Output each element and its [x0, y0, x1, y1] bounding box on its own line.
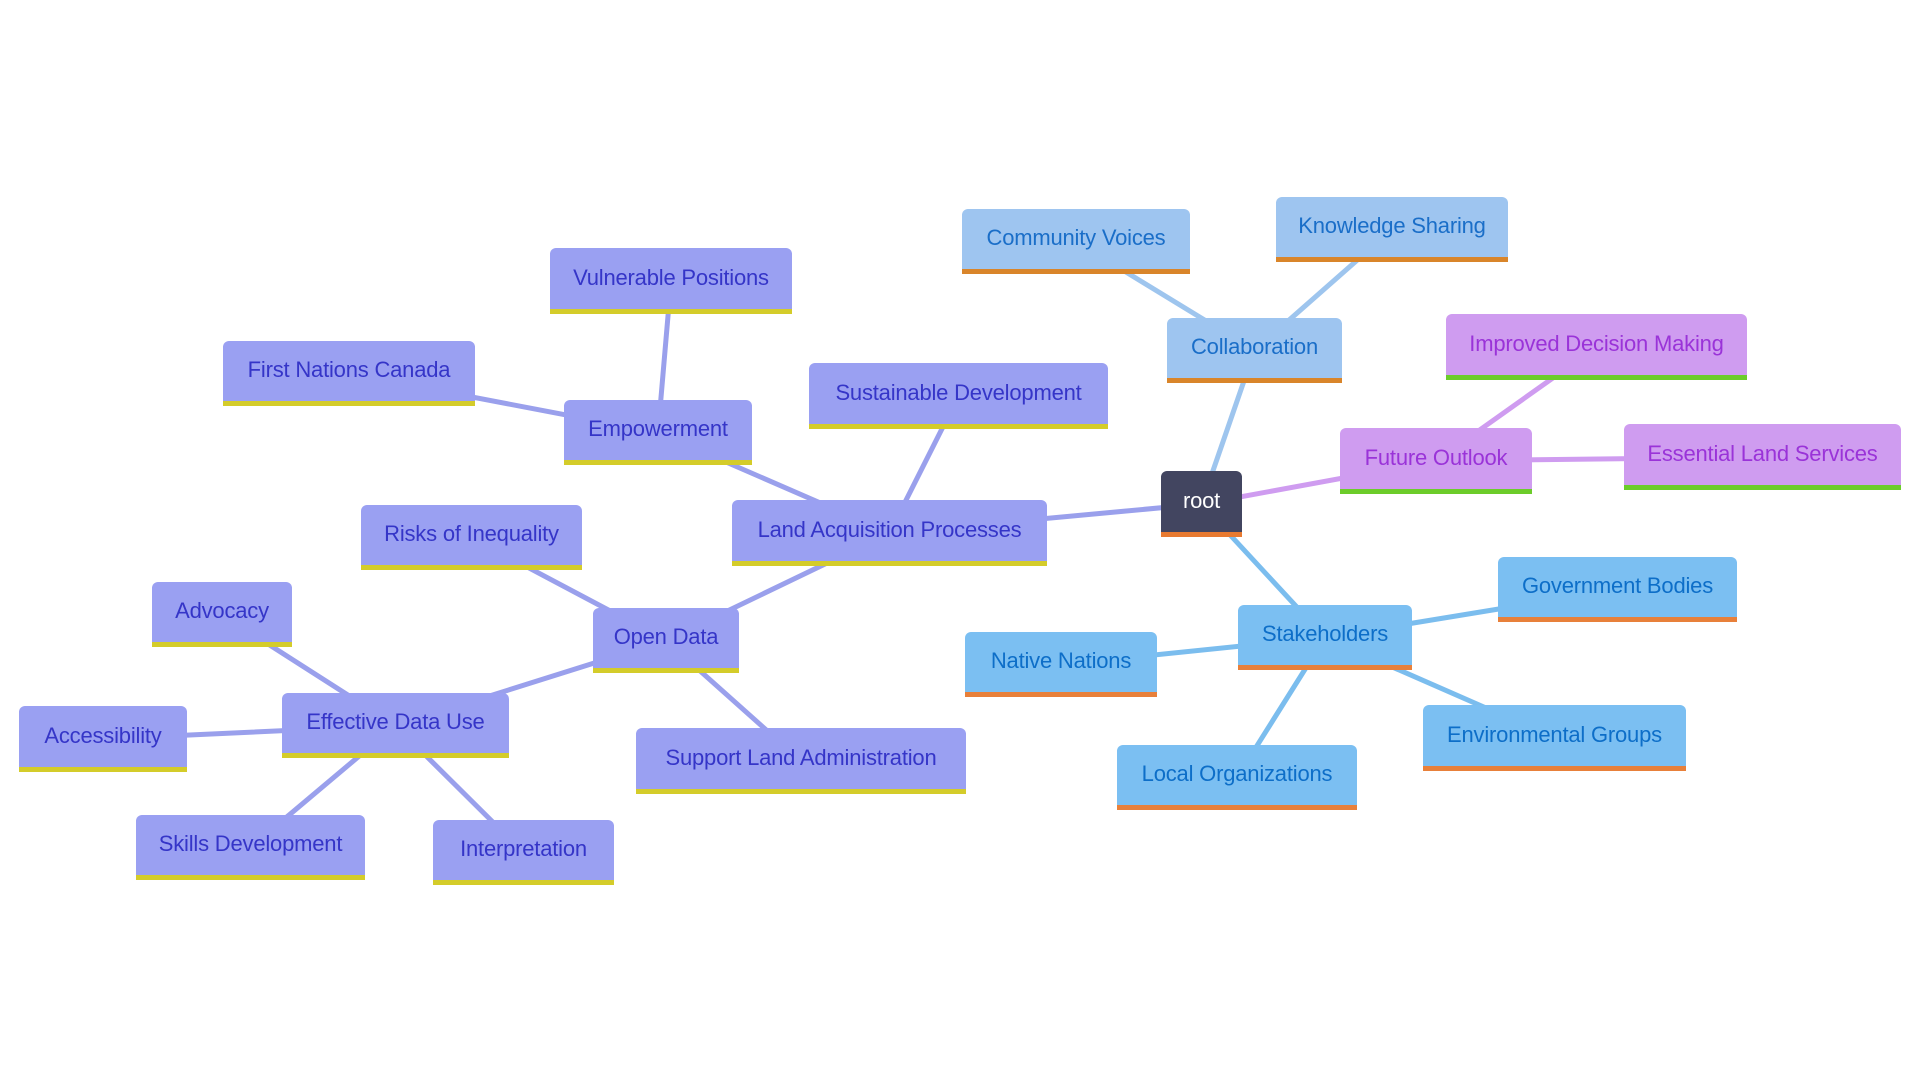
node-firstnations[interactable]: First Nations Canada	[223, 341, 475, 406]
node-label: Accessibility	[44, 722, 162, 748]
node-community[interactable]: Community Voices	[962, 209, 1190, 274]
node-collaboration[interactable]: Collaboration	[1167, 318, 1342, 383]
node-root[interactable]: root	[1161, 471, 1242, 537]
node-support[interactable]: Support Land Administration	[636, 728, 966, 794]
node-stakeholders[interactable]: Stakeholders	[1238, 605, 1412, 670]
node-label: Improved Decision Making	[1469, 330, 1724, 356]
node-effective[interactable]: Effective Data Use	[282, 693, 509, 758]
node-label: Support Land Administration	[665, 744, 937, 770]
node-future[interactable]: Future Outlook	[1340, 428, 1532, 494]
node-knowledge[interactable]: Knowledge Sharing	[1276, 197, 1508, 262]
node-label: Collaboration	[1190, 334, 1319, 359]
node-label: Advocacy	[175, 598, 269, 623]
node-label: Risks of Inequality	[384, 521, 559, 546]
node-label: Sustainable Development	[835, 379, 1082, 405]
node-label: Effective Data Use	[306, 709, 485, 734]
node-environmental[interactable]: Environmental Groups	[1423, 705, 1686, 771]
node-label: Community Voices	[986, 225, 1166, 250]
node-label: Local Organizations	[1141, 761, 1333, 786]
node-label: Interpretation	[460, 836, 587, 861]
node-label: Stakeholders	[1261, 621, 1388, 646]
node-opendata[interactable]: Open Data	[593, 608, 739, 673]
node-label: Native Nations	[990, 648, 1132, 673]
node-label: Essential Land Services	[1647, 440, 1878, 466]
node-label: root	[1182, 487, 1221, 513]
node-label: Land Acquisition Processes	[757, 516, 1022, 542]
node-sustainable[interactable]: Sustainable Development	[809, 363, 1108, 429]
node-label: Open Data	[613, 624, 719, 649]
node-native[interactable]: Native Nations	[965, 632, 1157, 697]
node-empowerment[interactable]: Empowerment	[564, 400, 752, 465]
node-label: Government Bodies	[1521, 573, 1714, 598]
node-risks[interactable]: Risks of Inequality	[361, 505, 582, 570]
node-label: Skills Development	[158, 831, 343, 856]
node-label: Future Outlook	[1364, 444, 1508, 470]
node-improved[interactable]: Improved Decision Making	[1446, 314, 1747, 380]
node-label: Vulnerable Positions	[573, 264, 769, 290]
node-interpretation[interactable]: Interpretation	[433, 820, 614, 885]
node-local[interactable]: Local Organizations	[1117, 745, 1357, 810]
node-label: Empowerment	[588, 416, 728, 441]
node-skills[interactable]: Skills Development	[136, 815, 365, 880]
node-vulnerable[interactable]: Vulnerable Positions	[550, 248, 792, 314]
node-label: Knowledge Sharing	[1298, 213, 1486, 238]
node-advocacy[interactable]: Advocacy	[152, 582, 292, 647]
node-government[interactable]: Government Bodies	[1498, 557, 1737, 622]
node-land[interactable]: Land Acquisition Processes	[732, 500, 1047, 566]
node-label: Environmental Groups	[1447, 721, 1662, 747]
node-label: First Nations Canada	[247, 357, 451, 382]
node-accessibility[interactable]: Accessibility	[19, 706, 187, 772]
node-essential[interactable]: Essential Land Services	[1624, 424, 1901, 490]
